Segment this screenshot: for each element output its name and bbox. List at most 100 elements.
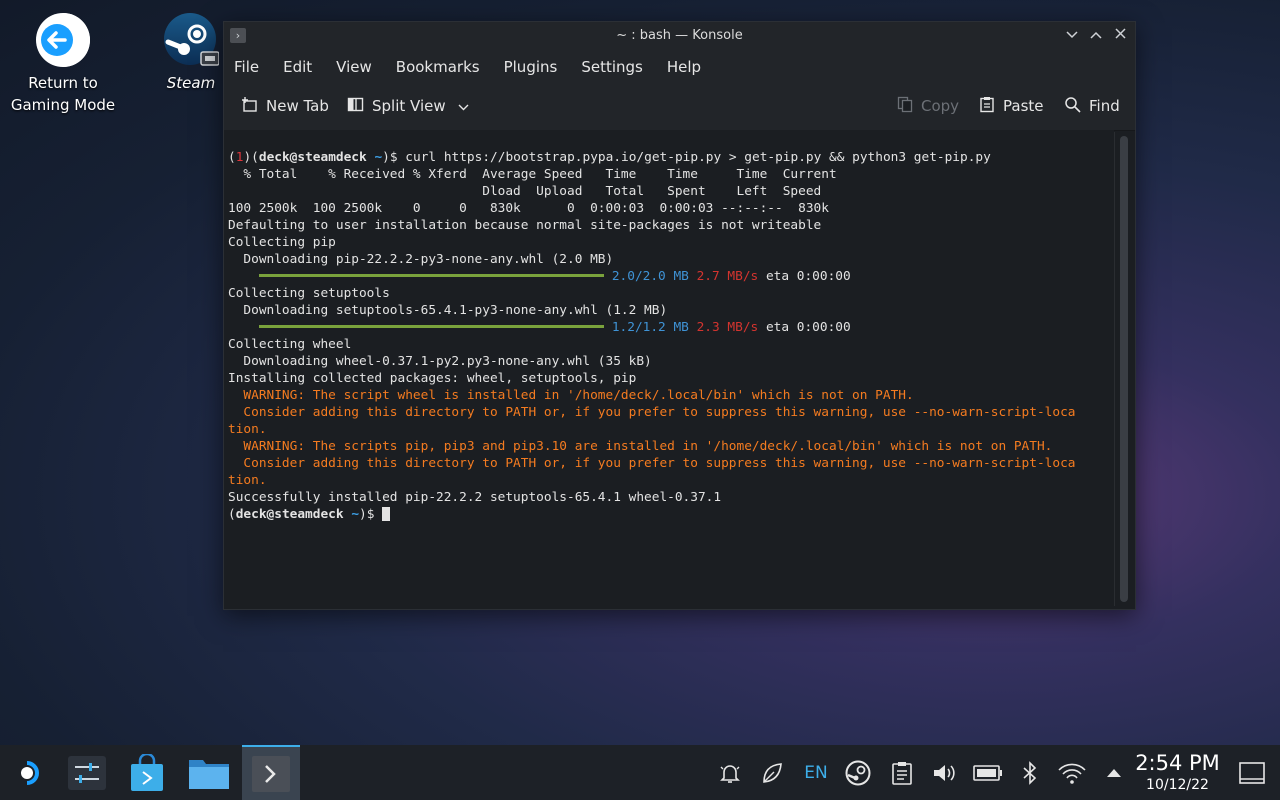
find-button[interactable]: Find [1064, 94, 1120, 118]
menu-edit[interactable]: Edit [283, 58, 312, 76]
copy-label: Copy [921, 97, 960, 115]
konsole-taskbar-button[interactable] [242, 745, 300, 800]
new-tab-icon [241, 96, 258, 117]
minimize-button[interactable] [1062, 26, 1082, 46]
text-cursor [382, 506, 391, 521]
terminal-icon [252, 755, 290, 792]
speaker-icon [934, 764, 955, 781]
command-text: curl https://bootstrap.pypa.io/get-pip.p… [405, 150, 991, 165]
menu-help[interactable]: Help [667, 58, 701, 76]
close-button[interactable] [1110, 26, 1130, 46]
clipboard-tray[interactable] [884, 745, 920, 800]
title-bar[interactable]: › ~ : bash — Konsole [224, 22, 1135, 50]
terminal-line: Collecting pip [228, 235, 336, 250]
show-desktop-button[interactable] [1234, 745, 1270, 800]
menu-bookmarks[interactable]: Bookmarks [396, 58, 480, 76]
menu-file[interactable]: File [234, 58, 259, 76]
steamdeck-logo-icon [21, 760, 39, 785]
menu-plugins[interactable]: Plugins [504, 58, 558, 76]
progress-line: 2.0/2.0 MB 2.7 MB/s eta 0:00:00 [228, 268, 1114, 285]
scrollbar-thumb[interactable] [1120, 136, 1128, 602]
terminal-line: Downloading setuptools-65.4.1-py3-none-a… [228, 303, 668, 318]
terminal-line: Dload Upload Total Spent Left Speed [228, 184, 822, 199]
prompt-path: ~ [374, 150, 383, 165]
warning-line: WARNING: The scripts pip, pip3 and pip3.… [228, 439, 1053, 454]
keyboard-layout-indicator[interactable]: EN [798, 745, 834, 800]
bell-icon [720, 764, 740, 783]
digital-clock[interactable]: 2:54 PM 10/12/22 [1130, 751, 1225, 794]
prompt-user: deck@steamdeck [258, 150, 367, 165]
terminal-line: (1)(deck@steamdeck ~)$ curl https://boot… [228, 150, 991, 165]
bluetooth-icon [1023, 760, 1037, 785]
battery-tray[interactable] [970, 745, 1006, 800]
terminal-line: 100 2500k 100 2500k 0 0 830k 0 0:00:03 0… [228, 201, 829, 216]
close-icon [1114, 28, 1126, 39]
dolphin-file-manager-button[interactable] [180, 745, 238, 800]
notifications-tray[interactable] [712, 745, 748, 800]
power-management-tray[interactable] [754, 745, 790, 800]
desktop-icon-label: Return to [28, 74, 98, 92]
copy-icon [897, 96, 913, 117]
system-settings-button[interactable] [58, 745, 116, 800]
copy-button[interactable]: Copy [897, 94, 959, 118]
steam-tray[interactable] [840, 745, 876, 800]
split-view-button[interactable]: Split View [347, 94, 469, 118]
bluetooth-tray[interactable] [1012, 745, 1048, 800]
folder-icon [189, 759, 229, 789]
terminal-output[interactable]: (1)(deck@steamdeck ~)$ curl https://boot… [224, 130, 1114, 608]
terminal-line: Successfully installed pip-22.2.2 setupt… [228, 490, 722, 505]
paste-label: Paste [1003, 97, 1044, 115]
terminal-line: Collecting wheel [228, 337, 352, 352]
terminal-line: Downloading pip-22.2.2-py3-none-any.whl … [228, 252, 614, 267]
konsole-window: › ~ : bash — Konsole File Edit View Book… [223, 21, 1136, 610]
progress-bar [258, 274, 604, 277]
volume-tray[interactable] [926, 745, 962, 800]
taskbar: EN 2:54 PM 10/12/22 [0, 745, 1280, 800]
toolbar: New Tab Split View Copy Paste Find [224, 84, 1135, 131]
warning-line: tion. [228, 422, 267, 437]
clock-date: 10/12/22 [1146, 777, 1209, 793]
search-icon [1064, 96, 1081, 117]
split-view-label: Split View [372, 97, 446, 115]
menu-settings[interactable]: Settings [581, 58, 643, 76]
warning-line: WARNING: The script wheel is installed i… [228, 388, 914, 403]
desktop-icon-label: Gaming Mode [10, 96, 116, 114]
terminal-line: Defaulting to user installation because … [228, 218, 822, 233]
clipboard-icon [892, 761, 912, 785]
steam-icon [163, 12, 220, 68]
scrollbar[interactable] [1114, 132, 1133, 606]
return-arrow-icon [35, 12, 91, 68]
terminal-line: % Total % Received % Xferd Average Speed… [228, 167, 837, 182]
shopping-bag-icon [131, 753, 163, 791]
show-hidden-icons-button[interactable] [1096, 745, 1132, 800]
chevron-down-icon [1066, 31, 1078, 39]
paste-button[interactable]: Paste [979, 94, 1044, 118]
warning-line: Consider adding this directory to PATH o… [228, 456, 1076, 471]
maximize-button[interactable] [1086, 26, 1106, 46]
discover-store-button[interactable] [118, 745, 176, 800]
triangle-up-icon [1107, 768, 1121, 777]
progress-line: 1.2/1.2 MB 2.3 MB/s eta 0:00:00 [228, 319, 1114, 336]
menu-bar: File Edit View Bookmarks Plugins Setting… [224, 50, 1135, 84]
paste-icon [979, 96, 995, 117]
settings-sliders-icon [68, 755, 106, 790]
split-view-icon [347, 96, 364, 117]
warning-line: tion. [228, 473, 267, 488]
menu-view[interactable]: View [336, 58, 372, 76]
battery-icon [973, 764, 1002, 781]
new-tab-label: New Tab [266, 97, 329, 115]
leaf-icon [763, 762, 782, 783]
new-tab-button[interactable]: New Tab [241, 94, 329, 118]
network-tray[interactable] [1054, 745, 1090, 800]
clock-time: 2:54 PM [1135, 751, 1220, 775]
return-to-gaming-mode-shortcut[interactable]: Return to Gaming Mode [8, 0, 118, 116]
window-title: ~ : bash — Konsole [616, 28, 743, 43]
steam-icon [845, 760, 871, 785]
wifi-icon [1058, 763, 1086, 784]
prompt-line: (deck@steamdeck ~)$ [228, 506, 1114, 523]
progress-bar [258, 325, 604, 328]
terminal-line: Installing collected packages: wheel, se… [228, 371, 637, 386]
warning-line: Consider adding this directory to PATH o… [228, 405, 1076, 420]
application-launcher-button[interactable] [0, 745, 58, 800]
chevron-down-icon [458, 97, 469, 115]
